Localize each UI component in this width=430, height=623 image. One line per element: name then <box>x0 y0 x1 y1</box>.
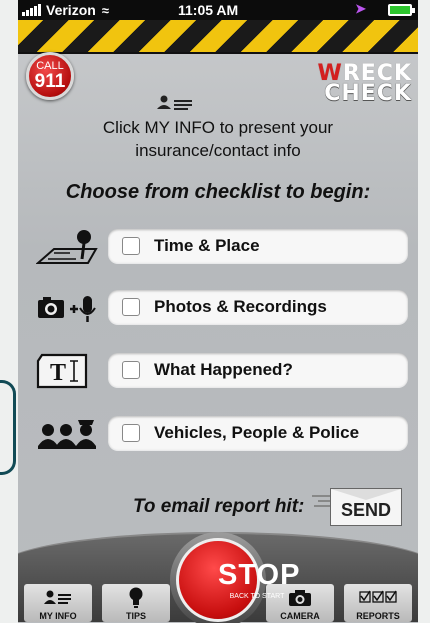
checklist-icon <box>359 590 397 603</box>
id-card-icon <box>157 95 192 110</box>
id-card-icon <box>44 590 71 604</box>
tab-reports[interactable]: REPORTS <box>344 584 412 622</box>
hazard-stripe <box>18 20 418 54</box>
tab-label: MY INFO <box>39 611 77 621</box>
checklist-pill[interactable]: What Happened? <box>108 353 408 387</box>
email-prompt: To email report hit: <box>133 496 305 517</box>
checklist-heading: Choose from checklist to begin: <box>65 181 371 203</box>
send-label: SEND <box>340 499 391 520</box>
carrier-name: Verizon <box>46 2 96 18</box>
stop-button[interactable]: STOP BACK TO START <box>176 538 299 622</box>
checklist-label: What Happened? <box>154 360 293 379</box>
tab-label: TIPS <box>125 611 146 621</box>
status-bar: Verizon ≈ 11:05 AM ➤ <box>18 0 418 20</box>
checklist-label: Time & Place <box>154 236 260 255</box>
checkbox[interactable] <box>122 424 140 442</box>
people-police-icon <box>38 420 96 449</box>
svg-text:T: T <box>50 360 66 386</box>
wifi-icon: ≈ <box>101 2 109 18</box>
clock: 11:05 AM <box>178 2 239 18</box>
checklist-item-vehicles-people-police[interactable]: Vehicles, People & Police <box>36 416 408 452</box>
checklist-item-what-happened[interactable]: T What Happened? <box>36 353 408 389</box>
lightbulb-icon <box>129 587 143 608</box>
battery-icon <box>388 4 415 16</box>
tab-label: REPORTS <box>356 611 400 621</box>
logo-line2: CHECK <box>324 80 412 106</box>
call-number: 911 <box>34 71 66 92</box>
map-pin-icon <box>36 230 98 264</box>
decorative-outline <box>0 380 16 475</box>
tab-label: CAMERA <box>280 611 320 621</box>
send-button[interactable]: SEND <box>330 488 402 526</box>
checkbox[interactable] <box>122 361 140 379</box>
camera-mic-icon <box>38 296 96 322</box>
stop-sublabel: BACK TO START <box>229 593 285 600</box>
checkbox[interactable] <box>122 237 140 255</box>
instructions-line2: insurance/contact info <box>135 141 301 160</box>
checklist-label: Vehicles, People & Police <box>154 423 360 442</box>
checklist-pill[interactable]: Vehicles, People & Police <box>108 416 408 450</box>
checklist-label: Photos & Recordings <box>154 297 327 316</box>
bottom-tab-bar: MY INFO TIPS CAMERA REPORTS STOP BACK TO… <box>18 532 418 623</box>
checkbox[interactable] <box>122 298 140 316</box>
tab-tips[interactable]: TIPS <box>102 584 170 622</box>
stop-button-bezel: STOP BACK TO START <box>170 532 299 623</box>
wreck-check-logo: WRECK CHECK <box>318 63 412 106</box>
tab-my-info[interactable]: MY INFO <box>24 584 92 622</box>
checklist-pill[interactable]: Time & Place <box>108 229 408 263</box>
stop-label: STOP <box>218 559 301 591</box>
myinfo-instructions: Click MY INFO to present your insurance/… <box>18 116 418 162</box>
instructions-line1: Click MY INFO to present your <box>102 118 334 137</box>
call-911-button[interactable]: CALL 911 <box>26 52 74 100</box>
location-arrow-icon: ➤ <box>355 1 366 16</box>
signal-icon <box>22 4 41 16</box>
checklist-pill[interactable]: Photos & Recordings <box>108 290 408 324</box>
checklist-item-time-place[interactable]: Time & Place <box>36 229 408 265</box>
phone-screen: Verizon ≈ 11:05 AM ➤ CALL 911 WRECK CHEC… <box>18 0 418 623</box>
text-edit-icon: T <box>36 353 88 389</box>
checklist-item-photos-recordings[interactable]: Photos & Recordings <box>36 290 408 326</box>
